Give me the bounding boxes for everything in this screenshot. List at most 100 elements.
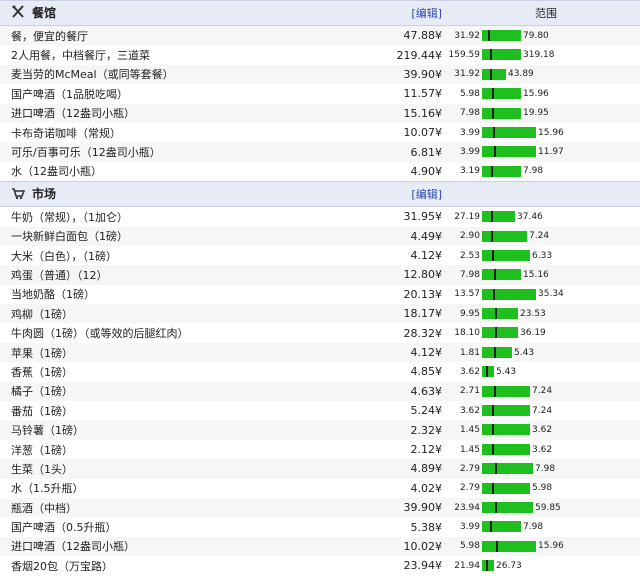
item-name: 国产啤酒（1品脱吃喝） — [11, 87, 128, 101]
price-range: 3.99 11.97 — [446, 142, 640, 162]
table-row: 水（1.5升瓶） 4.02¥ 2.79 5.98 — [0, 479, 640, 498]
range-high: 6.33 — [532, 250, 553, 261]
price-range: 5.98 15.96 — [446, 536, 640, 557]
range-marker — [492, 107, 494, 119]
range-marker — [495, 308, 497, 320]
range-bar — [482, 521, 521, 533]
item-name: 牛奶（常规），（1加仑） — [11, 210, 128, 224]
item-price: 6.81¥ — [326, 142, 446, 162]
item-price: 28.32¥ — [403, 326, 443, 340]
item-name: 牛肉圆（1磅）（或等效的后腿红肉） — [11, 327, 189, 341]
item-price: 11.57¥ — [403, 87, 443, 101]
edit-link[interactable]: [编辑] — [411, 188, 442, 201]
table-row: 可乐/百事可乐（12盎司小瓶） 6.81¥ 3.99 11.97 — [0, 142, 640, 162]
range-high: 5.43 — [496, 366, 517, 377]
item-price: 4.12¥ — [326, 342, 446, 363]
range-low: 3.99 — [459, 147, 480, 158]
price-range: 7.98 15.16 — [446, 265, 640, 285]
market-icon — [10, 185, 26, 201]
range-marker — [488, 30, 490, 41]
range-high: 7.24 — [532, 405, 553, 416]
range-bar — [482, 560, 494, 572]
price-range: 2.79 5.98 — [446, 479, 640, 498]
range-high: 15.96 — [523, 88, 549, 99]
section-header: 市场 [编辑] — [0, 181, 640, 208]
range-high: 3.62 — [532, 425, 553, 436]
range-low: 5.98 — [459, 541, 480, 552]
range-bar — [482, 385, 530, 397]
item-name: 鸡柳（1磅） — [0, 304, 326, 324]
range-marker — [492, 443, 494, 455]
range-high: 7.98 — [523, 166, 544, 177]
utensils-icon — [10, 4, 26, 20]
range-marker — [494, 385, 496, 397]
item-name: 橘子（1磅） — [0, 381, 326, 402]
range-low: 31.92 — [454, 30, 480, 41]
range-bar — [482, 126, 536, 138]
table-row: 卡布奇诺咖啡（常规） 10.07¥ 3.99 15.96 — [0, 123, 640, 142]
table-row: 进口啤酒（12盎司小瓶） 10.02¥ 5.98 15.96 — [0, 536, 640, 557]
range-marker — [491, 165, 493, 177]
item-name: 2人用餐，中档餐厅，三道菜 — [11, 49, 150, 63]
range-marker — [493, 288, 495, 300]
item-name: 瓶酒（中档） — [0, 497, 326, 518]
range-low: 3.99 — [459, 522, 480, 533]
item-price: 47.88¥ — [326, 25, 446, 46]
range-bar — [482, 211, 515, 223]
range-high: 11.97 — [538, 147, 564, 158]
price-range: 5.98 15.96 — [446, 84, 640, 103]
range-low: 1.45 — [459, 425, 480, 436]
price-range: 7.98 19.95 — [446, 103, 640, 123]
table-row: 马铃薯（1磅） 2.32¥ 1.45 3.62 — [0, 420, 640, 440]
range-bar — [482, 230, 527, 242]
range-high: 15.96 — [538, 127, 564, 138]
item-price: 23.94¥ — [403, 559, 443, 573]
range-high: 7.24 — [532, 386, 553, 397]
price-range: 27.19 37.46 — [446, 207, 640, 227]
table-row: 大米（白色），（1磅） 4.12¥ 2.53 6.33 — [0, 246, 640, 265]
range-bar — [482, 463, 533, 475]
range-high: 5.98 — [532, 483, 553, 494]
price-range: 13.57 35.34 — [446, 285, 640, 304]
item-price: 4.02¥ — [410, 481, 443, 495]
range-low: 3.62 — [459, 405, 480, 416]
item-name: 香烟20包（万宝路） — [11, 559, 113, 573]
item-name: 餐，便宜的餐厅 — [0, 25, 326, 46]
section-title-text: 市场 — [32, 186, 57, 201]
item-price: 4.90¥ — [410, 164, 443, 178]
range-low: 2.79 — [459, 483, 480, 494]
table-row: 生菜（1头） 4.89¥ 2.79 7.98 — [0, 459, 640, 479]
item-price: 31.95¥ — [403, 210, 443, 224]
table-row: 苹果（1磅） 4.12¥ 1.81 5.43 — [0, 342, 640, 363]
item-price: 20.13¥ — [403, 287, 443, 301]
item-name: 大米（白色），（1磅） — [11, 249, 117, 263]
item-name: 洋葱（1磅） — [11, 443, 73, 457]
item-name: 水（12盎司小瓶） — [11, 165, 102, 179]
range-marker — [490, 521, 492, 533]
range-high: 15.16 — [523, 269, 549, 280]
table-row: 牛肉圆（1磅）（或等效的后腿红肉） 28.32¥ 18.10 36.19 — [0, 323, 640, 342]
section-title: 市场 — [0, 185, 56, 202]
range-bar — [482, 107, 521, 119]
range-marker — [492, 405, 494, 417]
item-name: 进口啤酒（12盎司小瓶） — [0, 103, 326, 123]
range-marker — [495, 501, 497, 513]
table-row: 香蕉（1磅） 4.85¥ 3.62 5.43 — [0, 362, 640, 381]
range-low: 3.62 — [459, 366, 480, 377]
item-name: 可乐/百事可乐（12盎司小瓶） — [0, 142, 326, 162]
item-name: 马铃薯（1磅） — [0, 420, 326, 440]
range-bar — [482, 405, 530, 417]
price-range: 18.10 36.19 — [446, 323, 640, 342]
range-marker — [490, 49, 492, 61]
price-range: 2.79 7.98 — [446, 459, 640, 479]
edit-link[interactable]: [编辑] — [411, 7, 442, 20]
range-bar — [482, 165, 521, 177]
price-range: 1.45 3.62 — [446, 420, 640, 440]
item-name: 当地奶酪（1磅） — [11, 288, 95, 302]
range-low: 31.92 — [454, 69, 480, 80]
range-bar — [482, 146, 536, 158]
price-range: 31.92 43.89 — [446, 64, 640, 85]
range-marker — [494, 269, 496, 281]
range-bar — [482, 366, 494, 378]
table-row: 麦当劳的McMeal（或同等套餐） 39.90¥ 31.92 43.89 — [0, 64, 640, 85]
